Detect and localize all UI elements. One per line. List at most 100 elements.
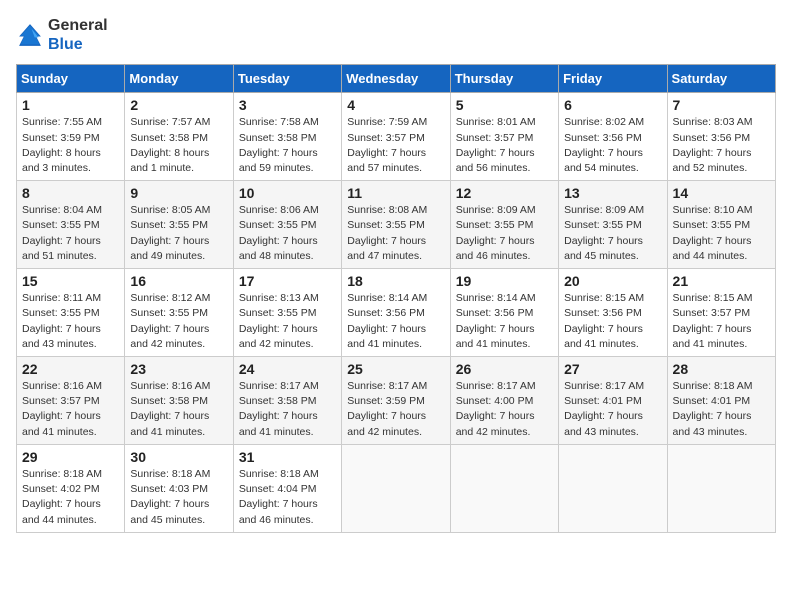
logo: General Blue: [16, 16, 108, 54]
day-detail: Sunrise: 8:14 AMSunset: 3:56 PMDaylight:…: [347, 291, 444, 352]
calendar-cell: 30Sunrise: 8:18 AMSunset: 4:03 PMDayligh…: [125, 444, 233, 532]
day-detail: Sunrise: 8:16 AMSunset: 3:57 PMDaylight:…: [22, 379, 119, 440]
day-number: 6: [564, 97, 661, 113]
day-number: 27: [564, 361, 661, 377]
calendar-cell: 7 Sunrise: 8:03 AMSunset: 3:56 PMDaylight…: [667, 93, 775, 181]
calendar-week-row: 22 Sunrise: 8:16 AMSunset: 3:57 PMDayligh…: [17, 357, 776, 445]
day-number: 7: [673, 97, 770, 113]
day-detail: Sunrise: 7:57 AMSunset: 3:58 PMDaylight:…: [130, 115, 227, 176]
day-number: 2: [130, 97, 227, 113]
column-header-thursday: Thursday: [450, 65, 558, 93]
day-number: 15: [22, 273, 119, 289]
column-header-saturday: Saturday: [667, 65, 775, 93]
calendar-week-row: 8 Sunrise: 8:04 AMSunset: 3:55 PMDaylight…: [17, 181, 776, 269]
day-number: 14: [673, 185, 770, 201]
day-detail: Sunrise: 8:01 AMSunset: 3:57 PMDaylight:…: [456, 115, 553, 176]
day-detail: Sunrise: 8:18 AMSunset: 4:04 PMDaylight:…: [239, 467, 336, 528]
calendar-cell: 6 Sunrise: 8:02 AMSunset: 3:56 PMDaylight…: [559, 93, 667, 181]
calendar-cell: 10 Sunrise: 8:06 AMSunset: 3:55 PMDayligh…: [233, 181, 341, 269]
calendar-cell: 16 Sunrise: 8:12 AMSunset: 3:55 PMDayligh…: [125, 269, 233, 357]
day-number: 21: [673, 273, 770, 289]
day-detail: Sunrise: 7:58 AMSunset: 3:58 PMDaylight:…: [239, 115, 336, 176]
day-detail: Sunrise: 7:55 AMSunset: 3:59 PMDaylight:…: [22, 115, 119, 176]
column-header-tuesday: Tuesday: [233, 65, 341, 93]
calendar-cell: 22 Sunrise: 8:16 AMSunset: 3:57 PMDayligh…: [17, 357, 125, 445]
day-number: 24: [239, 361, 336, 377]
day-number: 10: [239, 185, 336, 201]
calendar-cell: 3 Sunrise: 7:58 AMSunset: 3:58 PMDaylight…: [233, 93, 341, 181]
day-number: 11: [347, 185, 444, 201]
calendar-cell: [450, 444, 558, 532]
day-detail: Sunrise: 8:06 AMSunset: 3:55 PMDaylight:…: [239, 203, 336, 264]
calendar-cell: 18 Sunrise: 8:14 AMSunset: 3:56 PMDayligh…: [342, 269, 450, 357]
day-detail: Sunrise: 8:13 AMSunset: 3:55 PMDaylight:…: [239, 291, 336, 352]
day-detail: Sunrise: 8:14 AMSunset: 3:56 PMDaylight:…: [456, 291, 553, 352]
day-number: 31: [239, 449, 336, 465]
calendar-header-row: SundayMondayTuesdayWednesdayThursdayFrid…: [17, 65, 776, 93]
calendar-cell: 4 Sunrise: 7:59 AMSunset: 3:57 PMDaylight…: [342, 93, 450, 181]
day-detail: Sunrise: 8:18 AMSunset: 4:01 PMDaylight:…: [673, 379, 770, 440]
day-detail: Sunrise: 8:11 AMSunset: 3:55 PMDaylight:…: [22, 291, 119, 352]
calendar-cell: 13 Sunrise: 8:09 AMSunset: 3:55 PMDayligh…: [559, 181, 667, 269]
calendar-cell: [667, 444, 775, 532]
day-detail: Sunrise: 8:15 AMSunset: 3:56 PMDaylight:…: [564, 291, 661, 352]
day-number: 28: [673, 361, 770, 377]
day-number: 16: [130, 273, 227, 289]
calendar-cell: 9Sunrise: 8:05 AMSunset: 3:55 PMDaylight…: [125, 181, 233, 269]
day-detail: Sunrise: 8:17 AMSunset: 3:58 PMDaylight:…: [239, 379, 336, 440]
calendar-week-row: 1Sunrise: 7:55 AMSunset: 3:59 PMDaylight…: [17, 93, 776, 181]
day-detail: Sunrise: 8:17 AMSunset: 3:59 PMDaylight:…: [347, 379, 444, 440]
day-detail: Sunrise: 8:18 AMSunset: 4:02 PMDaylight:…: [22, 467, 119, 528]
calendar-cell: 21 Sunrise: 8:15 AMSunset: 3:57 PMDayligh…: [667, 269, 775, 357]
day-number: 4: [347, 97, 444, 113]
day-detail: Sunrise: 8:17 AMSunset: 4:00 PMDaylight:…: [456, 379, 553, 440]
day-number: 22: [22, 361, 119, 377]
day-number: 26: [456, 361, 553, 377]
day-number: 25: [347, 361, 444, 377]
calendar-week-row: 29Sunrise: 8:18 AMSunset: 4:02 PMDayligh…: [17, 444, 776, 532]
column-header-monday: Monday: [125, 65, 233, 93]
calendar-cell: 19 Sunrise: 8:14 AMSunset: 3:56 PMDayligh…: [450, 269, 558, 357]
day-number: 19: [456, 273, 553, 289]
day-number: 18: [347, 273, 444, 289]
calendar-cell: 14Sunrise: 8:10 AMSunset: 3:55 PMDayligh…: [667, 181, 775, 269]
calendar-cell: 25 Sunrise: 8:17 AMSunset: 3:59 PMDayligh…: [342, 357, 450, 445]
calendar-cell: [559, 444, 667, 532]
calendar-cell: 26 Sunrise: 8:17 AMSunset: 4:00 PMDayligh…: [450, 357, 558, 445]
calendar-cell: 17Sunrise: 8:13 AMSunset: 3:55 PMDayligh…: [233, 269, 341, 357]
column-header-friday: Friday: [559, 65, 667, 93]
logo-text: General Blue: [48, 16, 108, 54]
day-number: 3: [239, 97, 336, 113]
calendar-cell: 12 Sunrise: 8:09 AMSunset: 3:55 PMDayligh…: [450, 181, 558, 269]
day-detail: Sunrise: 8:04 AMSunset: 3:55 PMDaylight:…: [22, 203, 119, 264]
calendar-cell: 5 Sunrise: 8:01 AMSunset: 3:57 PMDaylight…: [450, 93, 558, 181]
day-number: 12: [456, 185, 553, 201]
calendar-cell: [342, 444, 450, 532]
calendar-week-row: 15 Sunrise: 8:11 AMSunset: 3:55 PMDayligh…: [17, 269, 776, 357]
day-detail: Sunrise: 7:59 AMSunset: 3:57 PMDaylight:…: [347, 115, 444, 176]
calendar-cell: 29Sunrise: 8:18 AMSunset: 4:02 PMDayligh…: [17, 444, 125, 532]
day-detail: Sunrise: 8:16 AMSunset: 3:58 PMDaylight:…: [130, 379, 227, 440]
calendar-cell: 27 Sunrise: 8:17 AMSunset: 4:01 PMDayligh…: [559, 357, 667, 445]
day-number: 23: [130, 361, 227, 377]
day-number: 8: [22, 185, 119, 201]
day-detail: Sunrise: 8:17 AMSunset: 4:01 PMDaylight:…: [564, 379, 661, 440]
column-header-sunday: Sunday: [17, 65, 125, 93]
calendar-table: SundayMondayTuesdayWednesdayThursdayFrid…: [16, 64, 776, 532]
day-detail: Sunrise: 8:12 AMSunset: 3:55 PMDaylight:…: [130, 291, 227, 352]
day-detail: Sunrise: 8:15 AMSunset: 3:57 PMDaylight:…: [673, 291, 770, 352]
day-detail: Sunrise: 8:09 AMSunset: 3:55 PMDaylight:…: [456, 203, 553, 264]
column-header-wednesday: Wednesday: [342, 65, 450, 93]
calendar-cell: 23 Sunrise: 8:16 AMSunset: 3:58 PMDayligh…: [125, 357, 233, 445]
day-number: 13: [564, 185, 661, 201]
day-detail: Sunrise: 8:09 AMSunset: 3:55 PMDaylight:…: [564, 203, 661, 264]
day-detail: Sunrise: 8:03 AMSunset: 3:56 PMDaylight:…: [673, 115, 770, 176]
calendar-cell: 24 Sunrise: 8:17 AMSunset: 3:58 PMDayligh…: [233, 357, 341, 445]
day-detail: Sunrise: 8:02 AMSunset: 3:56 PMDaylight:…: [564, 115, 661, 176]
calendar-cell: 8 Sunrise: 8:04 AMSunset: 3:55 PMDaylight…: [17, 181, 125, 269]
day-detail: Sunrise: 8:08 AMSunset: 3:55 PMDaylight:…: [347, 203, 444, 264]
day-detail: Sunrise: 8:05 AMSunset: 3:55 PMDaylight:…: [130, 203, 227, 264]
calendar-cell: 20Sunrise: 8:15 AMSunset: 3:56 PMDayligh…: [559, 269, 667, 357]
day-number: 5: [456, 97, 553, 113]
calendar-cell: 15 Sunrise: 8:11 AMSunset: 3:55 PMDayligh…: [17, 269, 125, 357]
